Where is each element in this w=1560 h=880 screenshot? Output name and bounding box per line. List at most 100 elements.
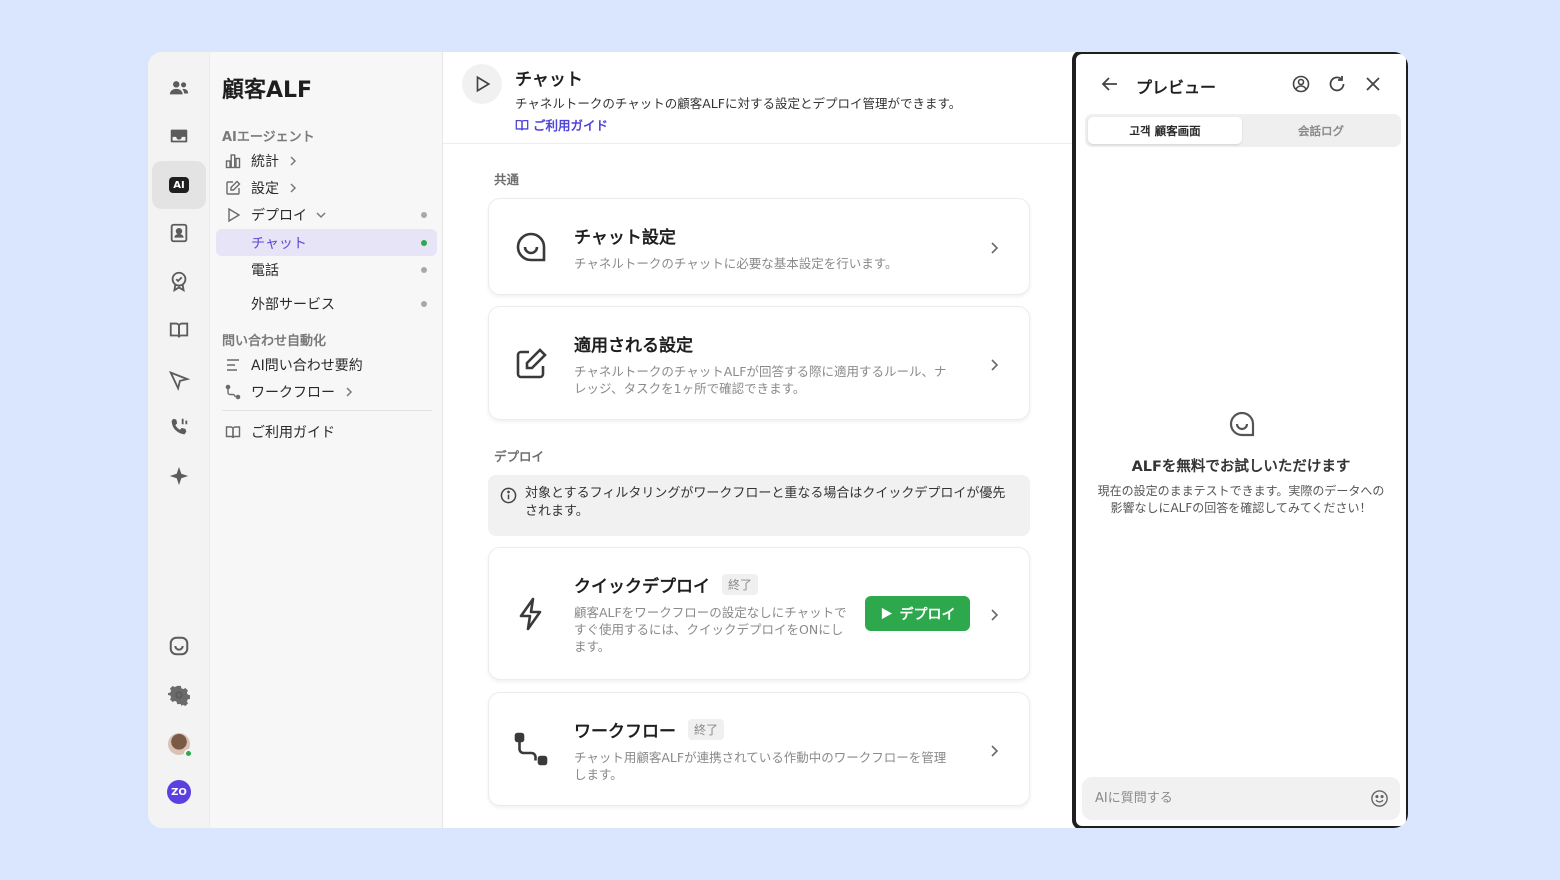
empty-state-description: 現在の設定のままテストできます。実際のデータへの影響なしにALFの回答を確認して… [1097, 484, 1385, 515]
section-automation: 問い合わせ自動化 [222, 334, 327, 349]
send-icon [168, 370, 190, 391]
alf-chat-icon [1228, 410, 1256, 438]
info-icon [500, 487, 517, 504]
chevron-right-icon [287, 155, 299, 167]
sidebar-item-guide[interactable]: ご利用ガイド [216, 418, 437, 445]
card-title: ワークフロー 終了 [574, 717, 725, 742]
section-label-deploy: デプロイ [494, 449, 545, 464]
sidebar-item-ai-summary[interactable]: AI問い合わせ要約 [216, 351, 437, 378]
edit-icon [224, 179, 242, 197]
rail-alf[interactable] [152, 622, 206, 670]
rail-contacts[interactable] [152, 209, 206, 257]
info-notice: 対象とするフィルタリングがワークフローと重なる場合はクイックデプロイが優先されま… [488, 475, 1030, 536]
tab-customer-screen[interactable]: 고객 顧客画面 [1088, 117, 1242, 144]
bar-chart-icon [224, 152, 242, 170]
section-ai-agent: AIエージェント [222, 130, 315, 145]
guide-link[interactable]: ご利用ガイド [515, 115, 608, 134]
alf-chat-icon [513, 229, 549, 265]
emoji-button[interactable] [1370, 789, 1389, 808]
deploy-button-label: デプロイ [899, 606, 956, 623]
card-workflow[interactable]: ワークフロー 終了 チャット用顧客ALFが連携されている作動中のワークフローを管… [488, 692, 1030, 806]
status-badge: 終了 [688, 719, 725, 740]
refresh-icon [1329, 76, 1345, 92]
play-icon [224, 206, 242, 224]
sidebar-item-label: ワークフロー [251, 384, 335, 401]
edit-icon [513, 346, 549, 382]
status-dot [421, 267, 427, 273]
rail-ai[interactable]: AI [152, 161, 206, 209]
online-status-dot [184, 749, 193, 758]
ai-question-input[interactable] [1082, 777, 1400, 820]
rail-avatar[interactable] [152, 720, 206, 768]
sidebar-item-stats[interactable]: 統計 [216, 147, 437, 174]
sidebar-item-label: 設定 [251, 180, 279, 197]
sidebar-divider [222, 410, 432, 411]
close-icon [1366, 77, 1380, 91]
card-quick-deploy[interactable]: クイックデプロイ 終了 顧客ALFをワークフローの設定なしにチャットですぐ使用す… [488, 547, 1030, 680]
rail-workspace[interactable]: ZO [152, 768, 206, 816]
sidebar-item-label: 電話 [251, 262, 279, 279]
card-chat-settings[interactable]: チャット設定 チャネルトークのチャットに必要な基本設定を行います。 [488, 198, 1030, 295]
page-header: チャット チャネルトークのチャットの顧客ALFに対する設定とデプロイ管理ができま… [443, 52, 1073, 144]
rail-settings[interactable] [152, 671, 206, 719]
sidebar-item-workflow[interactable]: ワークフロー [216, 378, 437, 405]
sidebar-title: 顧客ALF [222, 78, 313, 103]
info-text: 対象とするフィルタリングがワークフローと重なる場合はクイックデプロイが優先されま… [525, 486, 1006, 519]
chevron-right-icon [987, 357, 1001, 371]
sparkle-icon [169, 466, 189, 486]
section-label-common: 共通 [494, 172, 520, 187]
sidebar-item-label: ご利用ガイド [251, 424, 335, 441]
sidebar-item-phone[interactable]: 電話 [216, 256, 437, 283]
book-icon [515, 119, 529, 130]
sidebar-item-chat[interactable]: チャット [216, 229, 437, 256]
card-description: チャネルトークのチャットに必要な基本設定を行います。 [574, 256, 898, 271]
book-open-icon [169, 322, 189, 338]
book-icon [224, 423, 242, 441]
chevron-right-icon [987, 607, 1001, 621]
card-description: チャネルトークのチャットALFが回答する際に適用するルール、ナレッジ、タスクを1… [574, 364, 947, 396]
status-dot [421, 212, 427, 218]
card-title: チャット設定 [574, 228, 676, 248]
card-applied-settings[interactable]: 適用される設定 チャネルトークのチャットALFが回答する際に適用するルール、ナレ… [488, 306, 1030, 420]
user-circle-button[interactable] [1291, 74, 1311, 94]
chevron-right-icon [287, 182, 299, 194]
card-description: チャット用顧客ALFが連携されている作動中のワークフローを管理します。 [574, 750, 947, 782]
chevron-right-icon [987, 240, 1001, 254]
card-title-text: クイックデプロイ [574, 577, 710, 597]
sidebar-item-label: 統計 [251, 153, 279, 170]
rail-phone[interactable] [152, 403, 206, 451]
smiley-icon [1371, 790, 1388, 807]
workflow-icon [224, 383, 242, 401]
rail-send[interactable] [152, 356, 206, 404]
lightning-icon [513, 596, 549, 632]
gear-icon [168, 685, 190, 706]
sidebar: 顧客ALF AIエージェント 統計 設定 デプロイ チャット 電話 外部サービス [210, 52, 443, 828]
workspace-avatar: ZO [167, 780, 191, 804]
sidebar-item-external[interactable]: 外部サービス [216, 290, 437, 317]
user-circle-icon [1292, 75, 1310, 93]
rail-sparkle[interactable] [152, 452, 206, 500]
preview-title: プレビュー [1136, 78, 1217, 97]
close-button[interactable] [1363, 74, 1383, 94]
rail-inbox[interactable] [152, 112, 206, 160]
arrow-left-icon [1101, 77, 1117, 91]
avatar [168, 733, 193, 758]
card-description: 顧客ALFをワークフローの設定なしにチャットですぐ使用するには、クイックデプロイ… [574, 605, 847, 654]
back-button[interactable] [1100, 74, 1120, 94]
app-window: AI ZO 顧客ALF AIエージェント 統計 設定 デプロイ チャット 電話 … [148, 52, 1408, 828]
contact-card-icon [170, 223, 188, 243]
status-dot [421, 301, 427, 307]
sidebar-item-deploy[interactable]: デプロイ [216, 201, 437, 228]
rail-users[interactable] [152, 64, 206, 112]
rail-docs[interactable] [152, 306, 206, 354]
deploy-button[interactable]: デプロイ [865, 596, 970, 631]
play-button[interactable] [462, 64, 502, 104]
chevron-right-icon [987, 743, 1001, 757]
rail-badge[interactable] [152, 257, 206, 305]
page-title: チャット [515, 70, 583, 90]
phone-icon [171, 418, 188, 435]
tab-conversation-log[interactable]: 会話ログ [1244, 117, 1398, 144]
empty-state-title: ALFを無料でお試しいただけます [1131, 459, 1351, 475]
refresh-button[interactable] [1327, 74, 1347, 94]
sidebar-item-settings[interactable]: 設定 [216, 174, 437, 201]
